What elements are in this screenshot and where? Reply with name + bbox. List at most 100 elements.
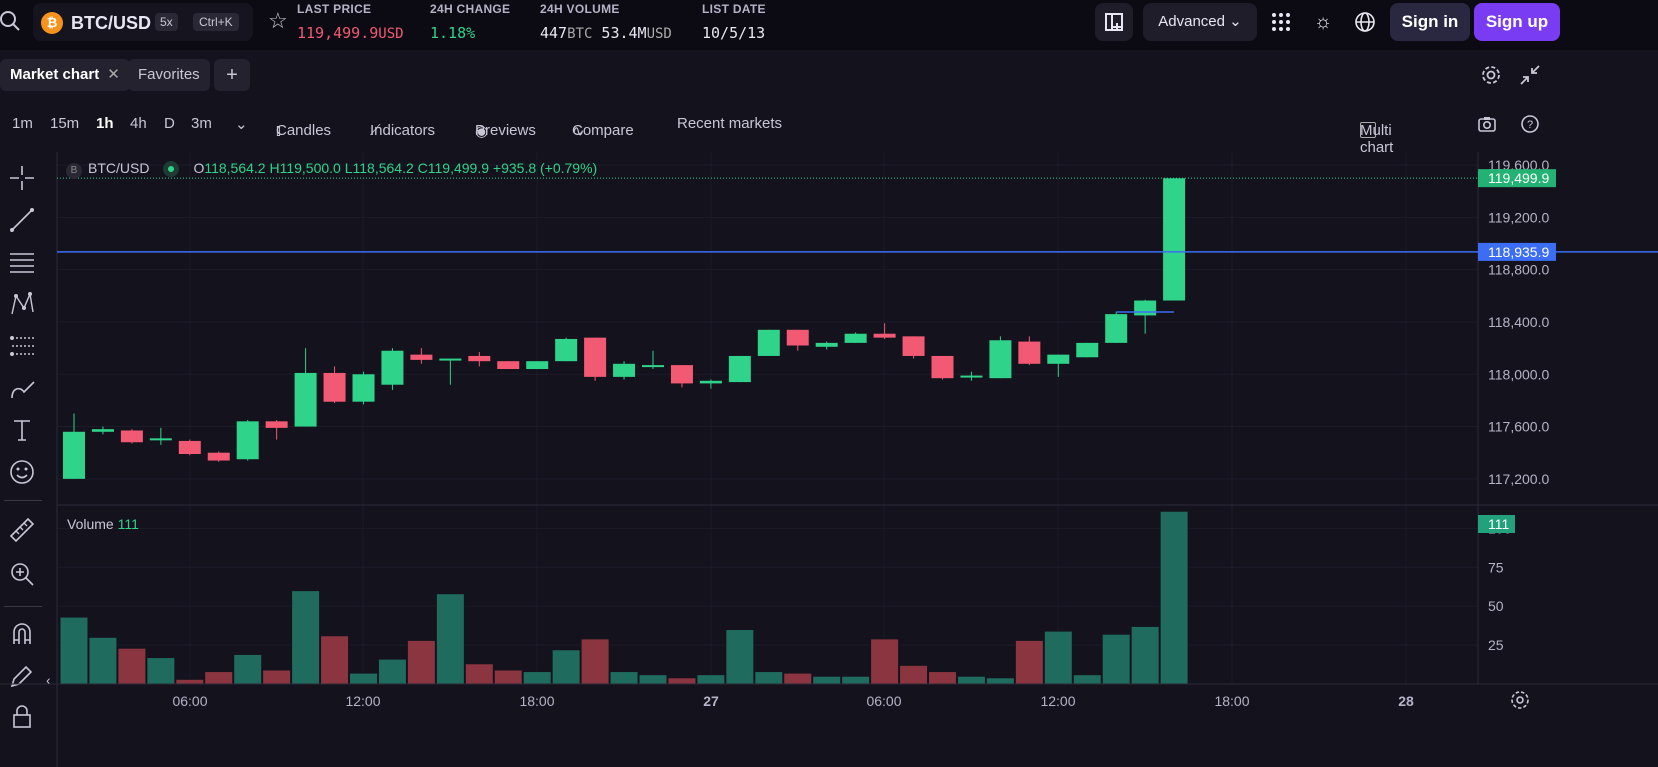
price-tick-label: 117,200.0 — [1488, 471, 1549, 487]
volume-tick-label: 25 — [1488, 637, 1504, 653]
candle-body — [873, 333, 896, 338]
volume-bar — [783, 672, 813, 685]
volume-bars — [59, 510, 1189, 685]
candle-body — [526, 361, 549, 370]
volume-bar — [696, 674, 726, 685]
candle-body — [265, 421, 288, 428]
candle-body — [497, 361, 520, 370]
time-tick-label: 18:00 — [519, 693, 554, 709]
candle-body — [207, 452, 230, 461]
volume-bar — [117, 647, 147, 685]
grid — [57, 152, 1478, 684]
volume-bar — [841, 675, 871, 685]
candle-body — [91, 429, 114, 432]
volume-bar — [1130, 625, 1160, 685]
candle-body — [323, 372, 346, 402]
time-tick-label: 18:00 — [1214, 693, 1249, 709]
candle-body — [815, 342, 838, 347]
legend-change: +935.8 (+0.79%) — [492, 160, 598, 176]
candle-body — [468, 355, 491, 362]
candle-body — [1134, 300, 1157, 316]
volume-bar — [551, 649, 581, 685]
candle-body — [728, 355, 751, 383]
candle-body — [613, 363, 636, 377]
time-tick-label: 06:00 — [866, 693, 901, 709]
candle-body — [670, 365, 693, 384]
volume-bar — [725, 629, 755, 685]
volume-bar — [59, 616, 89, 685]
volume-bar — [493, 669, 523, 685]
legend-high: H119,500.0 — [269, 160, 341, 176]
volume-bar — [667, 677, 697, 685]
time-tick-label: 06:00 — [172, 693, 207, 709]
volume-bar — [262, 669, 292, 685]
time-tick-label: 12:00 — [1040, 693, 1075, 709]
volume-bar — [522, 671, 552, 685]
candle-body — [555, 338, 578, 362]
price-tick-label: 117,600.0 — [1488, 419, 1549, 435]
volume-bar — [233, 653, 263, 685]
volume-legend-value: 111 — [117, 516, 139, 532]
volume-bar — [870, 638, 900, 685]
candle-body — [757, 329, 780, 356]
volume-bar — [175, 678, 205, 685]
candle-body — [410, 354, 433, 360]
time-tick-label: 28 — [1398, 693, 1414, 709]
volume-bar — [1101, 633, 1131, 685]
live-dot-icon — [163, 161, 180, 178]
candle-body — [236, 421, 259, 460]
candle-body — [120, 430, 143, 443]
price-tick-label: 118,800.0 — [1488, 262, 1549, 278]
price-tick-label: 118,400.0 — [1488, 314, 1549, 330]
volume-legend-label: Volume — [67, 516, 114, 532]
candle-body — [584, 337, 607, 377]
volume-bar — [204, 671, 234, 685]
candle-body — [699, 380, 722, 384]
volume-bar — [1159, 510, 1189, 685]
volume-bar — [377, 658, 407, 685]
candle-body — [931, 355, 954, 379]
candle-body — [960, 375, 983, 378]
volume-legend: Volume 111 — [67, 516, 139, 532]
volume-bar — [1014, 639, 1044, 685]
volume-bar — [406, 639, 436, 685]
candle-body — [844, 333, 867, 343]
current-price-badge: 119,499.9 — [1488, 170, 1549, 186]
volume-tick-label: 50 — [1488, 598, 1504, 614]
volume-bar — [88, 636, 118, 685]
gear-outline — [1511, 691, 1529, 709]
legend-symbol: BTC/USD — [88, 160, 150, 176]
candle-body — [989, 340, 1012, 379]
candle-body — [1105, 314, 1128, 343]
volume-bar — [1072, 674, 1102, 685]
volume-bar — [349, 672, 378, 685]
candle-body — [439, 358, 462, 361]
candle-body — [352, 374, 375, 402]
price-chart[interactable]: 119,600.0119,200.0118,800.0118,400.0118,… — [0, 0, 1658, 767]
candle-body — [786, 329, 809, 346]
candle-body — [642, 365, 664, 368]
candle-body — [178, 440, 201, 455]
volume-tick-label: 75 — [1488, 559, 1504, 575]
hline-price-badge: 118,935.9 — [1488, 244, 1549, 260]
candle-body — [149, 438, 172, 441]
price-tick-label: 119,200.0 — [1488, 209, 1549, 225]
volume-bar — [435, 593, 465, 685]
price-tick-label: 118,000.0 — [1488, 366, 1549, 382]
legend-open: 118,564.2 — [204, 160, 266, 176]
candle-body — [902, 336, 925, 356]
candle-body — [1163, 178, 1186, 301]
volume-bar — [291, 590, 321, 685]
gear-hub — [1516, 696, 1524, 704]
volume-bar — [956, 675, 986, 685]
volume-bar — [1043, 630, 1073, 685]
candle-body — [63, 431, 85, 479]
time-tick-label: 12:00 — [345, 693, 380, 709]
candle-body — [381, 350, 404, 385]
candle-body — [294, 372, 317, 427]
candle-body — [1018, 341, 1041, 364]
legend-close: C119,499.9 — [417, 160, 490, 176]
volume-bar — [638, 674, 668, 685]
candle-body — [1047, 354, 1070, 364]
chart-legend: B BTC/USD O118,564.2 H119,500.0 L118,564.2… — [66, 160, 597, 179]
